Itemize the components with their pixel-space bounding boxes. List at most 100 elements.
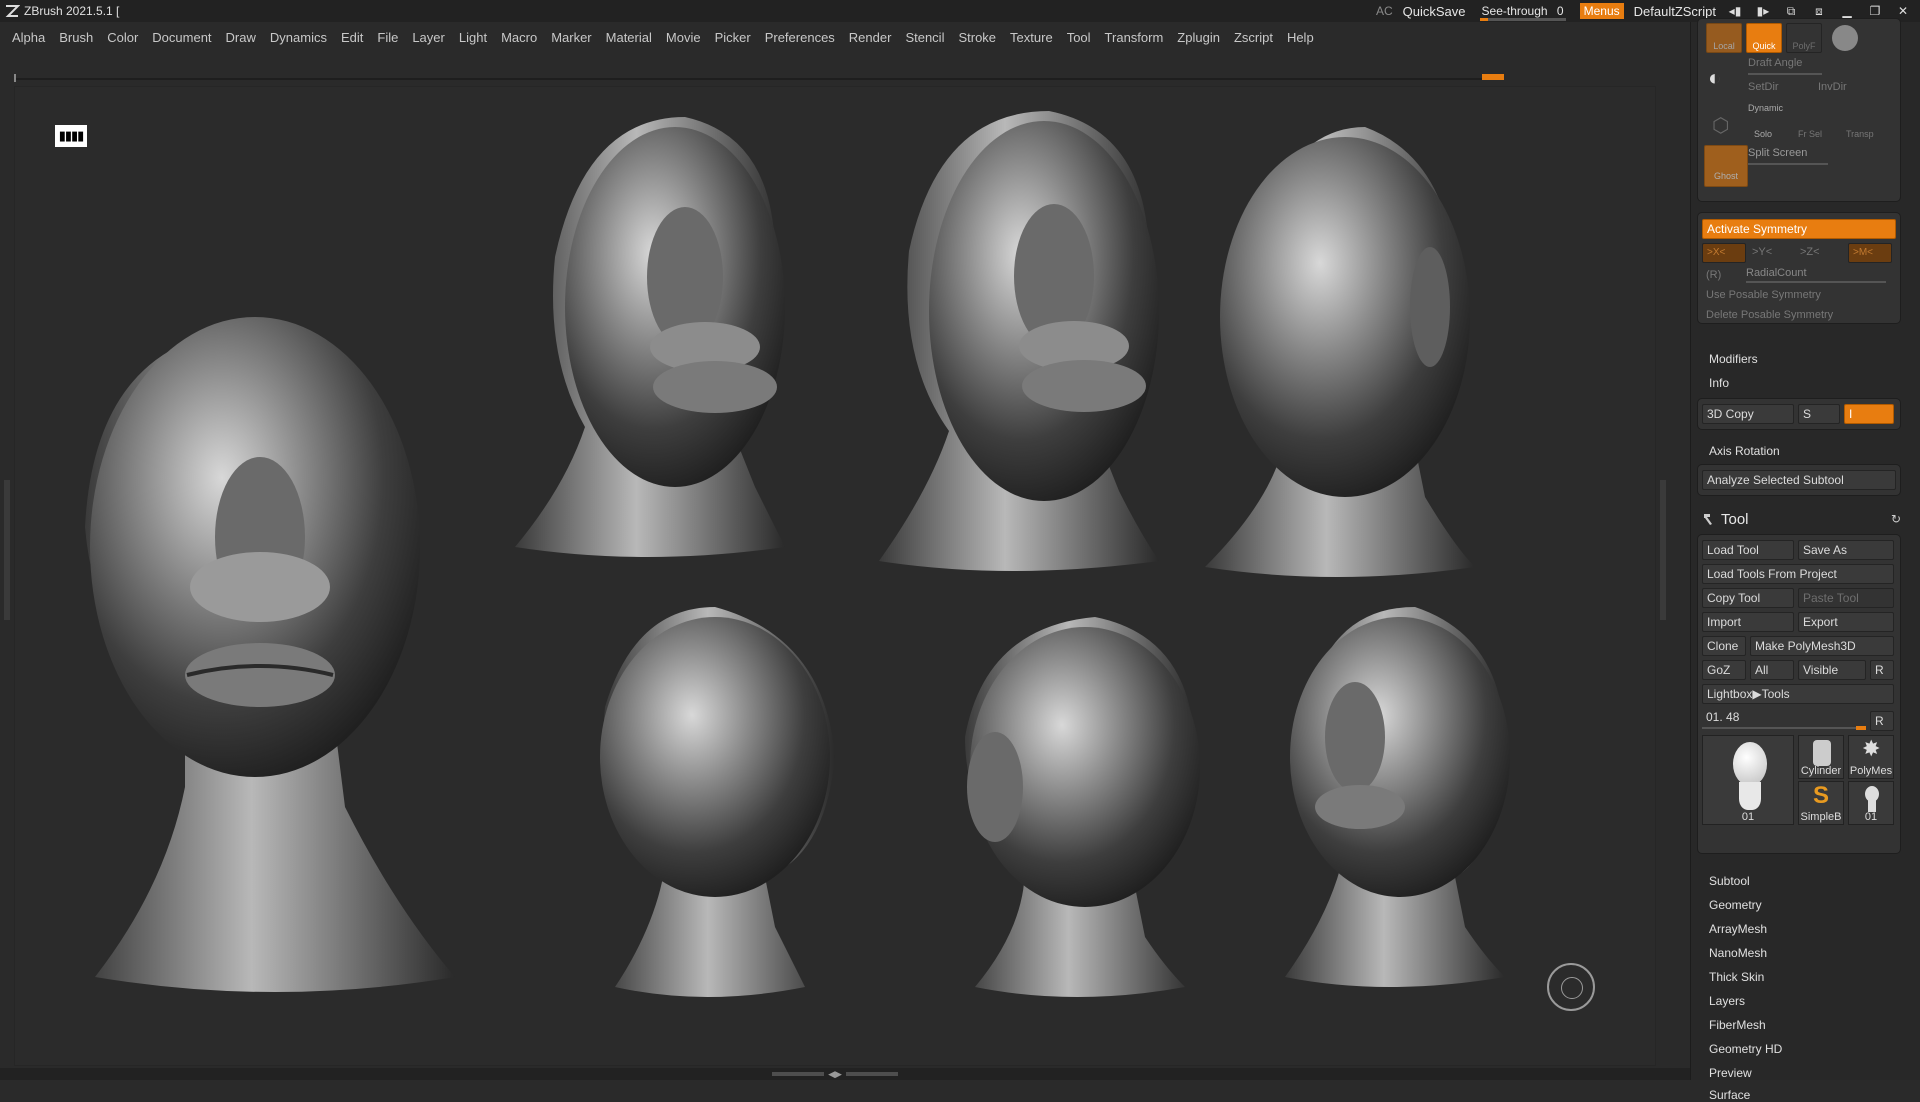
analyze-selected-subtool-button[interactable]: Analyze Selected Subtool	[1702, 470, 1896, 490]
radial-count-slider[interactable]	[1746, 281, 1886, 283]
modifiers-subpalette[interactable]: Modifiers	[1709, 352, 1758, 366]
menu-dynamics[interactable]: Dynamics	[270, 30, 327, 45]
layout-alt-icon[interactable]: ⧈	[1810, 3, 1828, 19]
symmetry-y-button[interactable]: >Y<	[1752, 246, 1772, 258]
menu-tool[interactable]: Tool	[1067, 30, 1091, 45]
left-tray-handle[interactable]	[4, 480, 10, 620]
goz-visible-button[interactable]: Visible	[1798, 660, 1866, 680]
solo-button[interactable]: Solo	[1754, 129, 1772, 139]
tool-thumb-small[interactable]: 01	[1848, 781, 1894, 825]
goz-button[interactable]: GoZ	[1702, 660, 1746, 680]
lightbox-tools-button[interactable]: Lightbox▶Tools	[1702, 684, 1894, 704]
layout-icon[interactable]: ⧉	[1782, 3, 1800, 19]
current-tool-slider[interactable]	[1702, 727, 1866, 729]
menu-file[interactable]: File	[377, 30, 398, 45]
right-tray-handle[interactable]	[1660, 480, 1666, 620]
symmetry-x-button[interactable]: >X<	[1702, 243, 1746, 263]
subpalette-thick-skin[interactable]: Thick Skin	[1709, 970, 1764, 984]
menu-stroke[interactable]: Stroke	[958, 30, 996, 45]
paste-tool-button[interactable]: Paste Tool	[1798, 588, 1894, 608]
draft-angle-slider[interactable]	[1748, 73, 1822, 75]
menu-picker[interactable]: Picker	[715, 30, 751, 45]
palette-right-icon[interactable]: ▮▸	[1754, 3, 1772, 19]
subpalette-geometry[interactable]: Geometry	[1709, 898, 1762, 912]
restore-icon[interactable]: ❐	[1866, 3, 1884, 19]
symmetry-z-button[interactable]: >Z<	[1800, 246, 1820, 258]
refresh-icon[interactable]: ↻	[1891, 512, 1901, 526]
menu-marker[interactable]: Marker	[551, 30, 591, 45]
import-button[interactable]: Import	[1702, 612, 1794, 632]
make-polymesh3d-button[interactable]: Make PolyMesh3D	[1750, 636, 1894, 656]
draft-angle-label[interactable]: Draft Angle	[1748, 57, 1802, 69]
menu-light[interactable]: Light	[459, 30, 487, 45]
use-posable-symmetry-button[interactable]: Use Posable Symmetry	[1706, 289, 1821, 301]
menu-material[interactable]: Material	[606, 30, 652, 45]
info-subpalette[interactable]: Info	[1709, 376, 1729, 390]
invdir-button[interactable]: InvDir	[1818, 81, 1847, 93]
split-screen-label[interactable]: Split Screen	[1748, 147, 1807, 159]
subpalette-nanomesh[interactable]: NanoMesh	[1709, 946, 1767, 960]
current-tool-r-button[interactable]: R	[1870, 711, 1894, 731]
menu-stencil[interactable]: Stencil	[905, 30, 944, 45]
tool-thumb-main[interactable]: 01	[1702, 735, 1794, 825]
tool-thumb-polymesh[interactable]: ✸ PolyMes	[1848, 735, 1894, 779]
menu-zplugin[interactable]: Zplugin	[1177, 30, 1220, 45]
copy-s-button[interactable]: S	[1798, 404, 1840, 424]
menu-alpha[interactable]: Alpha	[12, 30, 45, 45]
menu-brush[interactable]: Brush	[59, 30, 93, 45]
menu-help[interactable]: Help	[1287, 30, 1314, 45]
menu-movie[interactable]: Movie	[666, 30, 701, 45]
symmetry-m-button[interactable]: >M<	[1848, 243, 1892, 263]
current-tool-slider-handle[interactable]	[1856, 726, 1866, 730]
3d-copy-button[interactable]: 3D Copy	[1702, 404, 1794, 424]
menu-transform[interactable]: Transform	[1105, 30, 1164, 45]
default-zscript-button[interactable]: DefaultZScript	[1634, 4, 1716, 19]
seethrough-slider[interactable]: See-through 0	[1476, 4, 1570, 21]
palette-left-icon[interactable]: ◂▮	[1726, 3, 1744, 19]
subpalette-geometry-hd[interactable]: Geometry HD	[1709, 1042, 1782, 1056]
delete-posable-symmetry-button[interactable]: Delete Posable Symmetry	[1706, 309, 1833, 321]
subpalette-surface[interactable]: Surface	[1709, 1088, 1750, 1102]
menu-draw[interactable]: Draw	[226, 30, 256, 45]
menu-document[interactable]: Document	[152, 30, 211, 45]
timeline-track[interactable]	[14, 74, 1504, 82]
clone-button[interactable]: Clone	[1702, 636, 1746, 656]
radial-r-toggle[interactable]: (R)	[1706, 269, 1721, 281]
menu-macro[interactable]: Macro	[501, 30, 537, 45]
material-sphere-icon[interactable]	[1832, 25, 1858, 51]
subpalette-preview[interactable]: Preview	[1709, 1066, 1752, 1080]
setdir-button[interactable]: SetDir	[1748, 81, 1779, 93]
close-icon[interactable]: ✕	[1894, 3, 1912, 19]
minimize-icon[interactable]: ▁	[1838, 3, 1856, 19]
subpalette-fibermesh[interactable]: FiberMesh	[1709, 1018, 1766, 1032]
copy-i-button[interactable]: I	[1844, 404, 1894, 424]
load-tool-button[interactable]: Load Tool	[1702, 540, 1794, 560]
load-tools-from-project-button[interactable]: Load Tools From Project	[1702, 564, 1894, 584]
menu-color[interactable]: Color	[107, 30, 138, 45]
menu-preferences[interactable]: Preferences	[765, 30, 835, 45]
save-as-button[interactable]: Save As	[1798, 540, 1894, 560]
split-screen-slider[interactable]	[1748, 163, 1828, 165]
copy-tool-button[interactable]: Copy Tool	[1702, 588, 1794, 608]
menu-zscript[interactable]: Zscript	[1234, 30, 1273, 45]
radial-count-label[interactable]: RadialCount	[1746, 267, 1807, 279]
tool-palette-header[interactable]: Tool ↻	[1701, 508, 1901, 530]
ac-label[interactable]: AC	[1376, 4, 1393, 18]
tool-thumb-simpleb[interactable]: S SimpleB	[1798, 781, 1844, 825]
goz-r-button[interactable]: R	[1870, 660, 1894, 680]
bottom-tray-handle[interactable]: ◀▶	[770, 1069, 900, 1079]
subpalette-subtool[interactable]: Subtool	[1709, 874, 1750, 888]
subpalette-layers[interactable]: Layers	[1709, 994, 1745, 1008]
menus-toggle-button[interactable]: Menus	[1579, 3, 1624, 19]
canvas-viewport[interactable]: ▮▮▮▮	[14, 86, 1656, 1066]
menu-texture[interactable]: Texture	[1010, 30, 1053, 45]
ghost-button[interactable]: Ghost	[1704, 145, 1748, 187]
navigation-gizmo[interactable]	[1547, 963, 1595, 1011]
menu-edit[interactable]: Edit	[341, 30, 363, 45]
frsel-button[interactable]: Fr Sel	[1798, 129, 1822, 139]
quicksave-button[interactable]: QuickSave	[1403, 4, 1466, 19]
timeline-marker[interactable]	[1482, 74, 1504, 80]
menu-layer[interactable]: Layer	[412, 30, 445, 45]
polyf-button[interactable]: PolyF	[1786, 23, 1822, 53]
draft-analysis-icon[interactable]: ◐	[1708, 65, 1738, 95]
